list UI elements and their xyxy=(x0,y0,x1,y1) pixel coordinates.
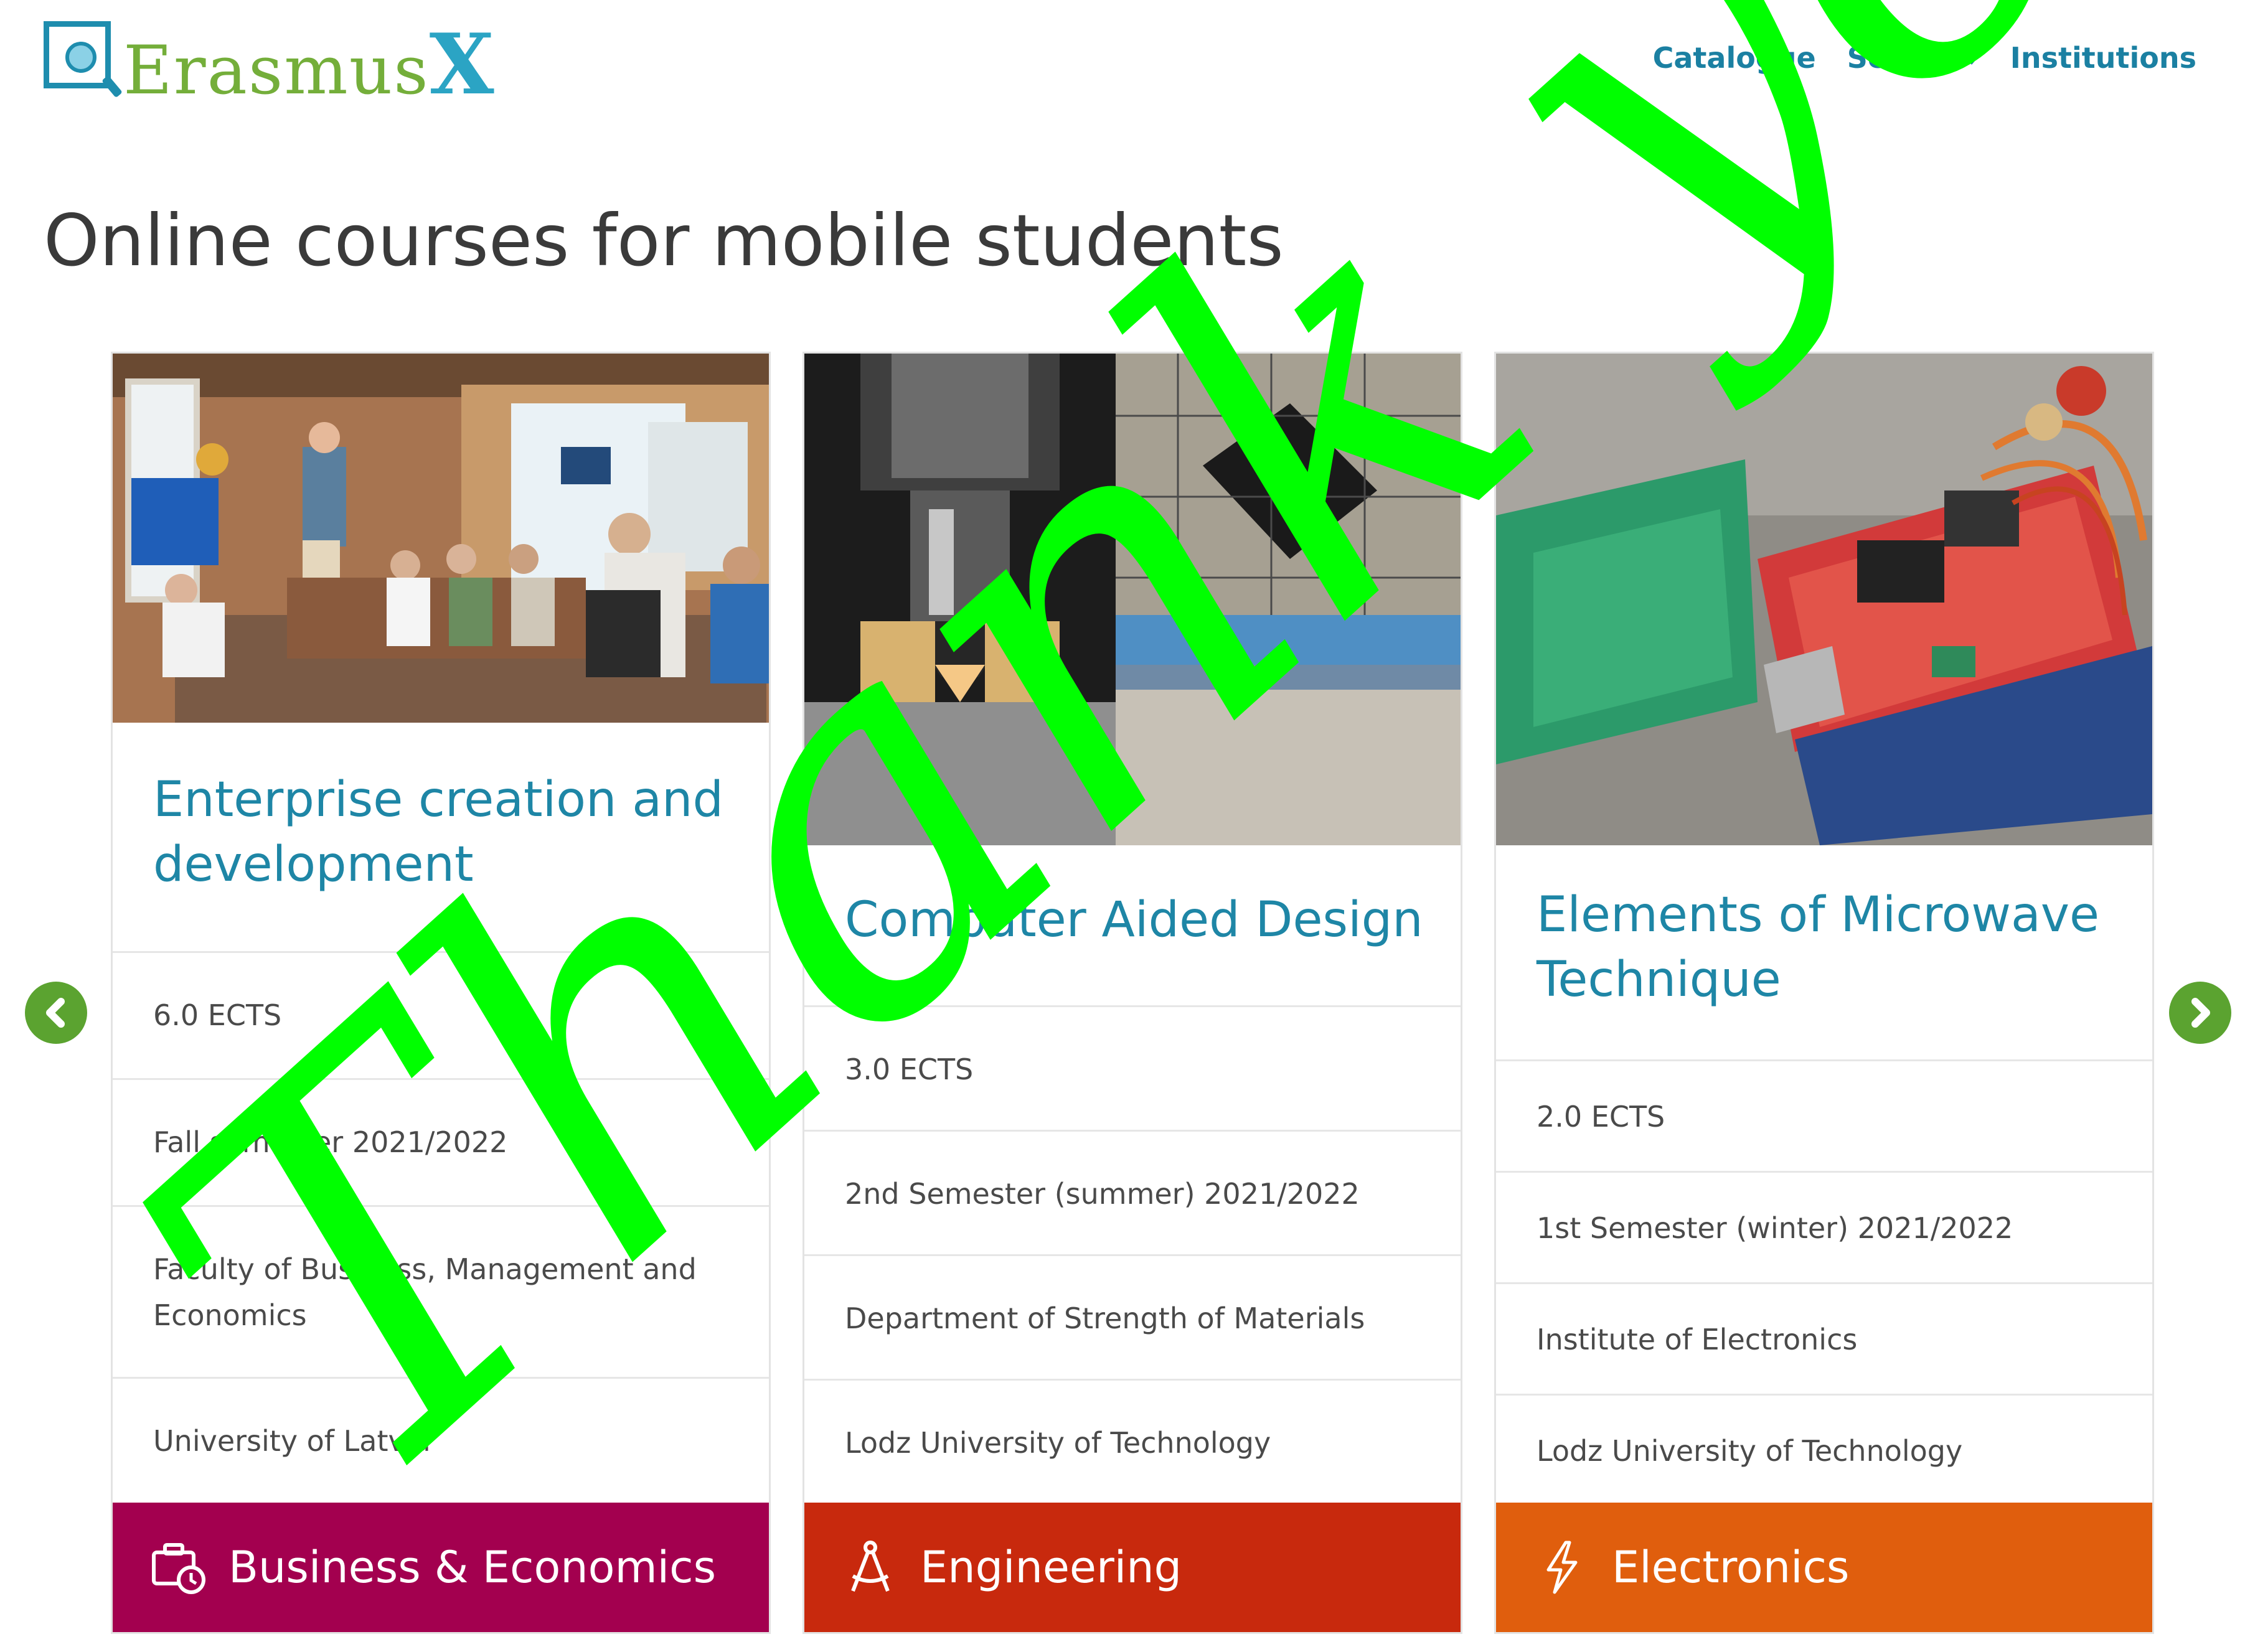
course-ects: 6.0 ECTS xyxy=(113,951,769,1078)
category-band[interactable]: Electronics xyxy=(1496,1503,2152,1632)
caret-down-icon xyxy=(1964,55,1979,65)
course-semester: 2nd Semester (summer) 2021/2022 xyxy=(804,1130,1461,1254)
course-semester: 1st Semester (winter) 2021/2022 xyxy=(1496,1171,2152,1282)
category-label: Electronics xyxy=(1612,1542,1850,1593)
chevron-left-icon xyxy=(46,998,65,1028)
course-card-microwave[interactable]: Elements of Microwave Technique 2.0 ECTS… xyxy=(1494,352,2154,1634)
course-faculty: Department of Strength of Materials xyxy=(804,1254,1461,1379)
course-title[interactable]: Computer Aided Design xyxy=(845,888,1424,952)
course-faculty: Faculty of Business, Management and Econ… xyxy=(113,1205,769,1377)
briefcase-clock-icon xyxy=(152,1543,205,1594)
category-label: Engineering xyxy=(920,1542,1182,1593)
nav-link-institutions[interactable]: Institutions xyxy=(2010,41,2196,75)
category-label: Business & Economics xyxy=(228,1542,717,1593)
course-university: Lodz University of Technology xyxy=(1496,1394,2152,1506)
navbar: ErasmusX Catalogue Search Institutions xyxy=(0,0,2245,124)
course-title[interactable]: Elements of Microwave Technique xyxy=(1537,883,2116,1012)
course-card-enterprise[interactable]: Enterprise creation and development 6.0 … xyxy=(111,352,771,1634)
course-title[interactable]: Enterprise creation and development xyxy=(153,767,732,897)
course-image-hardness-test xyxy=(804,354,1461,845)
course-ects: 3.0 ECTS xyxy=(804,1005,1461,1130)
globe-icon xyxy=(65,42,96,73)
nav-dropdown-search[interactable]: Search xyxy=(1847,41,1979,75)
category-band[interactable]: Engineering xyxy=(804,1503,1461,1632)
course-faculty: Institute of Electronics xyxy=(1496,1282,2152,1394)
course-image-classroom xyxy=(113,354,769,723)
course-card-cad[interactable]: Computer Aided Design 3.0 ECTS 2nd Semes… xyxy=(802,352,1462,1634)
nav-menu: Catalogue Search Institutions xyxy=(1653,41,2196,75)
erasmusx-logo[interactable]: ErasmusX xyxy=(44,14,494,113)
carousel-next-button[interactable] xyxy=(2169,982,2231,1044)
logo-magnifier-icon xyxy=(44,21,111,88)
page-title: Online courses for mobile students xyxy=(44,199,1284,282)
category-band[interactable]: Business & Economics xyxy=(113,1503,769,1632)
chevron-right-icon xyxy=(2191,998,2210,1028)
course-image-circuit-board xyxy=(1496,354,2152,845)
logo-text-erasmus: Erasmus xyxy=(123,32,430,110)
course-carousel: Enterprise creation and development 6.0 … xyxy=(0,352,2245,1640)
lightning-icon xyxy=(1546,1541,1578,1594)
course-semester: Fall semester 2021/2022 xyxy=(113,1078,769,1205)
course-university: University of Latvia xyxy=(113,1377,769,1506)
nav-link-catalogue[interactable]: Catalogue xyxy=(1653,41,1816,75)
compass-icon xyxy=(851,1541,890,1592)
nav-search-label: Search xyxy=(1847,41,1958,75)
course-university: Lodz University of Technology xyxy=(804,1379,1461,1506)
course-ects: 2.0 ECTS xyxy=(1496,1059,2152,1171)
logo-text: ErasmusX xyxy=(123,22,496,106)
carousel-prev-button[interactable] xyxy=(25,982,87,1044)
logo-text-x: X xyxy=(429,15,496,113)
